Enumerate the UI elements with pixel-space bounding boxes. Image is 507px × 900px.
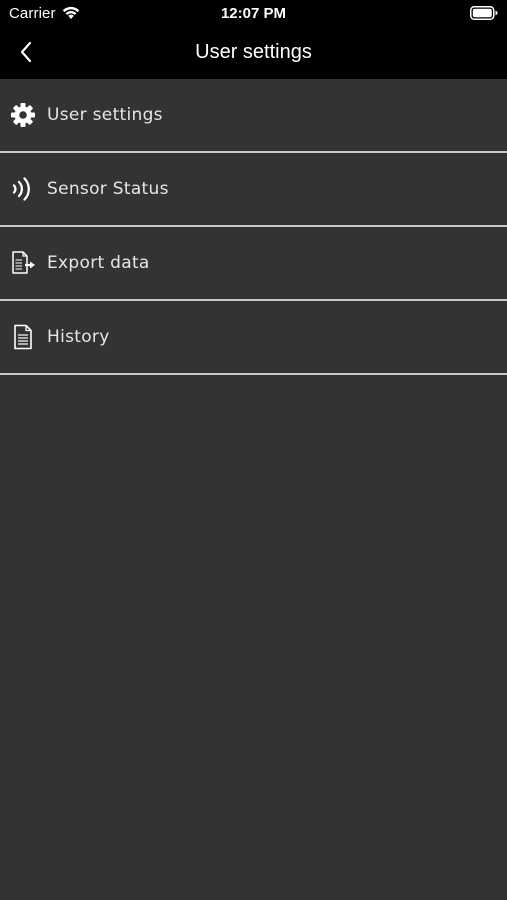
battery-icon [470, 6, 498, 20]
menu-item-label: Export data [47, 253, 150, 273]
status-bar: Carrier 12:07 PM [0, 0, 507, 28]
app-screen: Carrier 12:07 PM User settings User sett… [0, 0, 507, 900]
menu-item-sensor-status[interactable]: Sensor Status [0, 153, 507, 227]
navigation-bar: User settings [0, 28, 507, 79]
gear-icon [10, 102, 36, 128]
menu-item-label: Sensor Status [47, 179, 169, 199]
status-time: 12:07 PM [220, 5, 287, 22]
menu-item-label: User settings [47, 105, 163, 125]
menu-item-user-settings[interactable]: User settings [0, 79, 507, 153]
signal-waves-icon [10, 176, 36, 202]
settings-menu: User settings Sensor Status Export data … [0, 79, 507, 375]
page-title: User settings [195, 41, 312, 63]
menu-item-export-data[interactable]: Export data [0, 227, 507, 301]
document-icon [10, 324, 36, 350]
menu-item-history[interactable]: History [0, 301, 507, 375]
menu-item-label: History [47, 327, 110, 347]
export-document-icon [10, 250, 36, 276]
